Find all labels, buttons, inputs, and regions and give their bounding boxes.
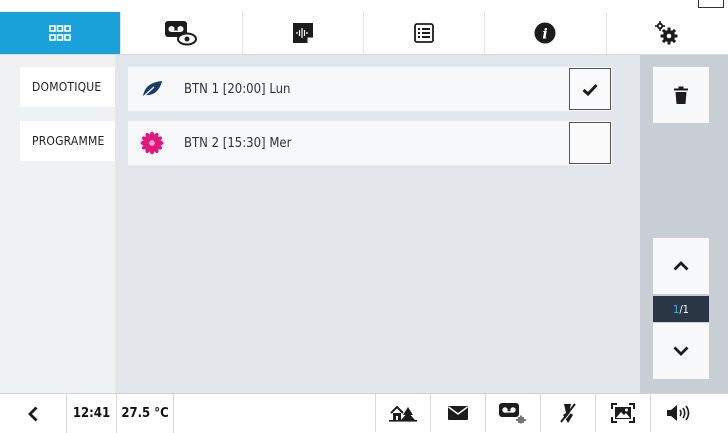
settings-gears-icon xyxy=(655,21,678,45)
program-list: BTN 1 [20:00] Lun BTN 2 [15:30] Mer xyxy=(115,55,640,393)
left-nav: DOMOTIQUE PROGRAMME xyxy=(0,55,116,393)
camera-status[interactable] xyxy=(595,394,650,432)
top-strip xyxy=(0,0,728,12)
mail-status[interactable] xyxy=(430,394,485,432)
chevron-left-icon xyxy=(28,406,38,421)
home-icon xyxy=(389,405,417,422)
page-down-button[interactable] xyxy=(653,323,709,379)
corner-box xyxy=(698,0,724,8)
mute-icon xyxy=(560,403,577,424)
nav-programme-button[interactable]: PROGRAMME xyxy=(20,121,116,161)
chevron-down-icon xyxy=(673,346,689,356)
tab-audio-messages[interactable] xyxy=(243,12,364,54)
status-bar: 12:41 27.5 °C xyxy=(0,393,728,433)
list-item-label: BTN 2 [15:30] Mer xyxy=(184,135,292,151)
audio-file-icon xyxy=(292,23,313,43)
right-action-bar: 1/1 xyxy=(640,55,728,393)
tab-settings[interactable] xyxy=(607,12,728,54)
list-icon xyxy=(414,23,435,43)
volume-icon xyxy=(667,405,690,421)
status-icons xyxy=(375,394,705,433)
tab-voicemail-view[interactable] xyxy=(121,12,243,54)
mail-icon xyxy=(448,406,468,420)
page-indicator: 1/1 xyxy=(653,296,709,322)
nav-domotique-button[interactable]: DOMOTIQUE xyxy=(20,67,116,107)
leaf-icon xyxy=(137,80,167,98)
clock: 12:41 xyxy=(67,394,117,433)
tab-domotique-grid[interactable] xyxy=(0,12,122,54)
list-item[interactable]: BTN 2 [15:30] Mer xyxy=(128,121,612,165)
svg-text:i: i xyxy=(543,27,548,43)
tab-info[interactable]: i xyxy=(485,12,607,54)
row-checkbox[interactable] xyxy=(569,68,611,110)
page-up-button[interactable] xyxy=(653,238,709,294)
trash-icon xyxy=(674,86,688,104)
home-status[interactable] xyxy=(375,394,430,432)
top-tab-bar: i xyxy=(0,12,728,55)
list-item[interactable]: BTN 1 [20:00] Lun xyxy=(128,67,612,111)
temperature: 27.5 °C xyxy=(117,394,174,433)
grid-icon xyxy=(49,25,71,41)
tab-list[interactable] xyxy=(364,12,486,54)
voicemail-view-icon xyxy=(165,21,198,46)
voicemail-audio-icon xyxy=(499,403,526,424)
chevron-up-icon xyxy=(673,261,689,271)
image-frame-icon xyxy=(611,403,635,423)
info-icon: i xyxy=(534,22,556,44)
main-area: DOMOTIQUE PROGRAMME BTN 1 [20:00] Lun BT… xyxy=(0,55,728,393)
voicemail-status[interactable] xyxy=(485,394,540,432)
mute-status[interactable] xyxy=(540,394,595,432)
flower-icon xyxy=(137,131,167,155)
delete-button[interactable] xyxy=(653,67,709,123)
page-total: 1 xyxy=(682,302,689,316)
back-button[interactable] xyxy=(0,394,67,433)
list-item-label: BTN 1 [20:00] Lun xyxy=(184,81,291,97)
volume-status[interactable] xyxy=(650,394,705,432)
checkmark-icon xyxy=(582,83,598,96)
row-checkbox[interactable] xyxy=(569,122,611,164)
